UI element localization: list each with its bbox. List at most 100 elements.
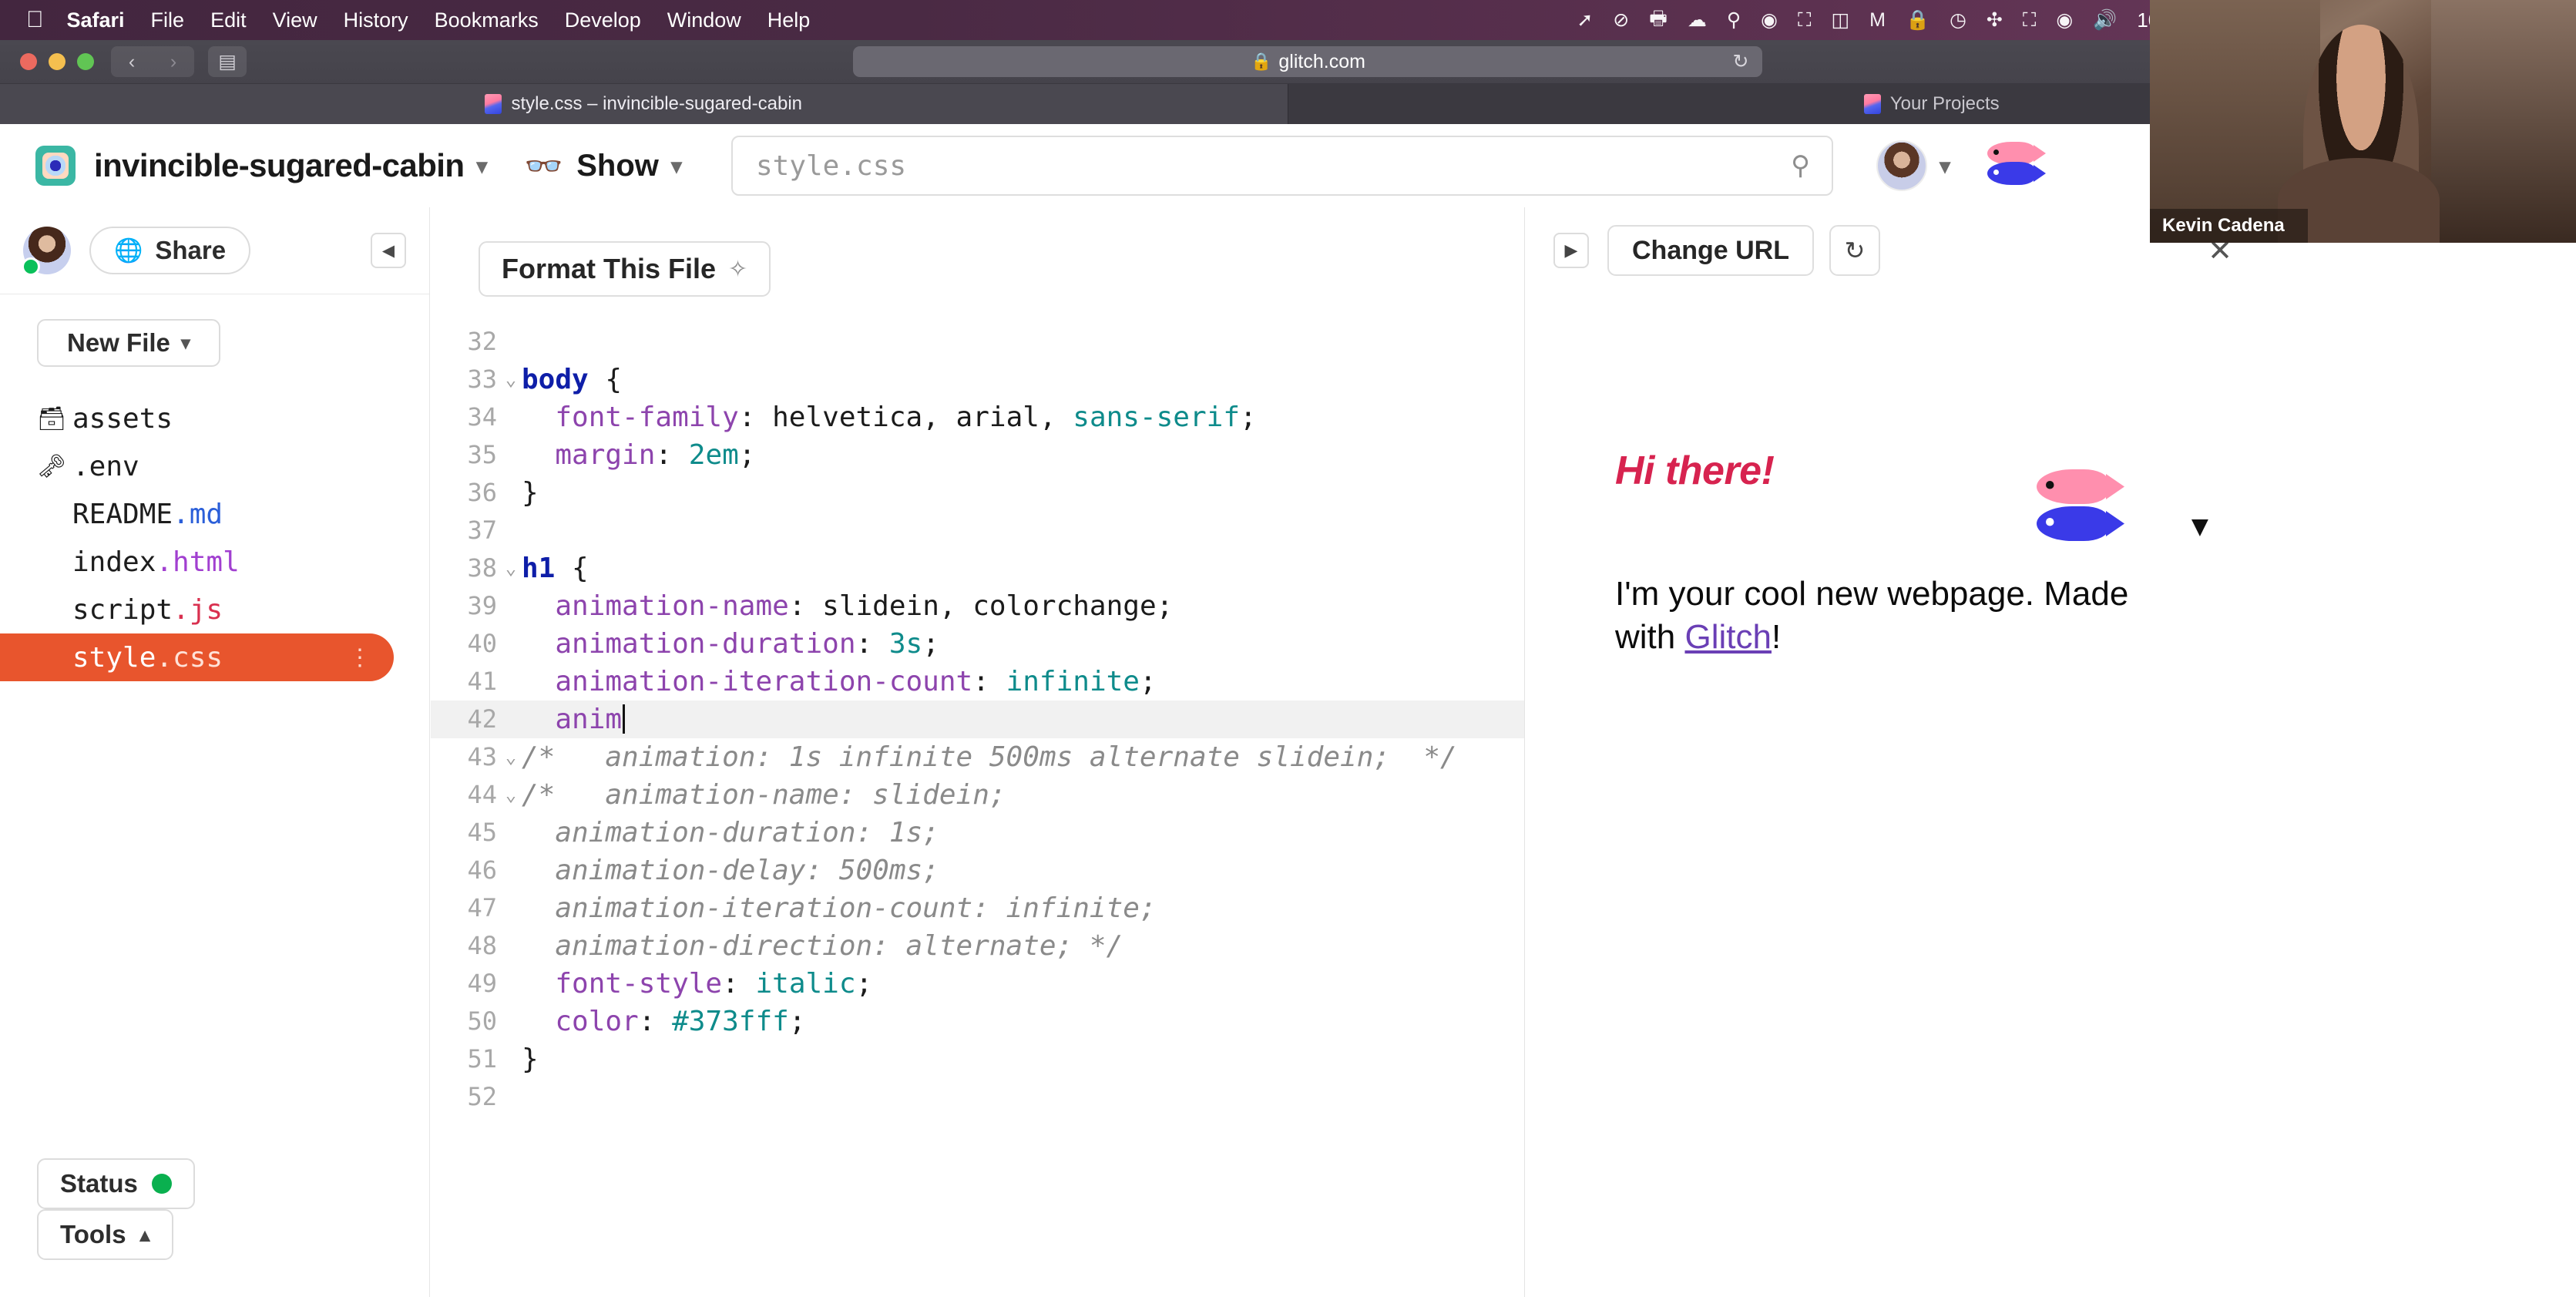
code-line-34[interactable]: 34 font-family: helvetica, arial, sans-s… bbox=[431, 398, 1524, 436]
header-avatar[interactable] bbox=[1876, 140, 1927, 191]
location-icon[interactable]: ⚲ bbox=[1727, 8, 1741, 32]
file-item-script.js[interactable]: script .js bbox=[0, 586, 429, 633]
code-line-36[interactable]: 36} bbox=[431, 474, 1524, 512]
menu-item-safari[interactable]: Safari bbox=[67, 8, 125, 32]
menu-item-edit[interactable]: Edit bbox=[210, 8, 247, 32]
file-item-style.css[interactable]: style .css ⋮ bbox=[0, 633, 394, 681]
code-line-text: margin: 2em; bbox=[555, 439, 756, 471]
new-file-label: New File bbox=[67, 328, 170, 357]
fold-toggle-icon[interactable]: ⌄ bbox=[500, 361, 522, 398]
code-line-48[interactable]: 48 animation-direction: alternate; */ bbox=[431, 927, 1524, 965]
code-line-43[interactable]: 43 ⌄/* animation: 1s infinite 500ms alter… bbox=[431, 738, 1524, 776]
code-line-33[interactable]: 33 ⌄ body { bbox=[431, 361, 1524, 398]
new-file-button[interactable]: New File ▾ bbox=[37, 319, 220, 367]
cloud-icon[interactable]: ☁ bbox=[1688, 8, 1707, 32]
fold-toggle-icon[interactable]: ⌄ bbox=[500, 738, 522, 776]
chevron-down-icon[interactable]: ▾ bbox=[476, 153, 487, 179]
video-call-overlay[interactable]: Kevin Cadena bbox=[2150, 0, 2576, 243]
chevron-down-icon[interactable]: ▾ bbox=[2192, 508, 2208, 543]
minimize-window-button[interactable] bbox=[49, 53, 65, 70]
tab-style-css[interactable]: style.css – invincible-sugared-cabin bbox=[0, 84, 1288, 124]
line-number: 42 bbox=[467, 704, 497, 734]
project-logo-icon bbox=[35, 146, 76, 186]
mail-icon[interactable]: M bbox=[1869, 9, 1886, 32]
file-item-index.html[interactable]: index .html bbox=[0, 538, 429, 586]
file-search-input[interactable]: style.css ⚲ bbox=[730, 136, 1833, 196]
code-lines[interactable]: 32 33 ⌄ body {34 font-family: helvetica, a… bbox=[431, 323, 1524, 1116]
code-line-44[interactable]: 44 ⌄/* animation-name: slidein; bbox=[431, 776, 1524, 814]
file-item-README.md[interactable]: README .md bbox=[0, 490, 429, 538]
screen-mirroring-icon[interactable]: ⛶ bbox=[2023, 9, 2037, 32]
grid-icon[interactable]: ◫ bbox=[1831, 8, 1849, 32]
circle-slash-icon[interactable]: ⊘ bbox=[1613, 8, 1629, 32]
code-line-47[interactable]: 47 animation-iteration-count: infinite; bbox=[431, 889, 1524, 927]
sidebar-avatar[interactable] bbox=[22, 227, 71, 276]
show-menu-button[interactable]: 👓 Show ▾ bbox=[524, 148, 682, 184]
menu-item-view[interactable]: View bbox=[273, 8, 317, 32]
status-button[interactable]: Status bbox=[37, 1158, 195, 1209]
code-line-35[interactable]: 35 margin: 2em; bbox=[431, 436, 1524, 474]
fold-toggle-icon[interactable]: ⌄ bbox=[500, 549, 522, 587]
menu-item-develop[interactable]: Develop bbox=[565, 8, 641, 32]
fold-toggle-icon bbox=[500, 927, 522, 965]
volume-icon[interactable]: 🔊 bbox=[2093, 9, 2117, 32]
code-line-32[interactable]: 32 bbox=[431, 323, 1524, 361]
menu-item-file[interactable]: File bbox=[151, 8, 185, 32]
file-item-assets[interactable]: 🗃 assets bbox=[0, 395, 429, 442]
code-line-49[interactable]: 49 font-style: italic; bbox=[431, 965, 1524, 1003]
share-button[interactable]: 🌐 Share bbox=[89, 227, 251, 274]
menu-item-history[interactable]: History bbox=[344, 8, 408, 32]
line-number: 47 bbox=[467, 893, 497, 922]
lock-icon[interactable]: 🔒 bbox=[1906, 9, 1929, 32]
line-number: 37 bbox=[467, 516, 497, 545]
tools-button[interactable]: Tools ▴ bbox=[37, 1209, 173, 1260]
apple-menu-icon[interactable]:  bbox=[26, 8, 44, 32]
code-line-50[interactable]: 50 color: #373fff; bbox=[431, 1003, 1524, 1040]
refresh-preview-button[interactable]: ↻ bbox=[1829, 225, 1880, 276]
line-number: 40 bbox=[467, 629, 497, 658]
forward-button[interactable]: › bbox=[153, 46, 194, 77]
bluetooth-icon[interactable]: ✣ bbox=[1987, 8, 2003, 32]
code-line-39[interactable]: 39 animation-name: slidein, colorchange; bbox=[431, 587, 1524, 625]
code-line-text: animation-iteration-count: infinite; bbox=[522, 892, 1157, 924]
code-line-52[interactable]: 52 bbox=[431, 1078, 1524, 1116]
cursor-icon[interactable]: ➚ bbox=[1577, 8, 1593, 32]
code-line-51[interactable]: 51} bbox=[431, 1040, 1524, 1078]
search-icon[interactable]: ⚲ bbox=[1791, 150, 1810, 181]
clock-icon[interactable]: ◷ bbox=[1950, 8, 1966, 32]
zoom-window-button[interactable] bbox=[77, 53, 94, 70]
reload-icon[interactable]: ↻ bbox=[1733, 50, 1749, 73]
file-name: .env bbox=[72, 450, 139, 482]
menu-item-bookmarks[interactable]: Bookmarks bbox=[435, 8, 539, 32]
close-window-button[interactable] bbox=[20, 53, 37, 70]
project-name[interactable]: invincible-sugared-cabin bbox=[94, 147, 465, 184]
format-this-file-button[interactable]: Format This File ✧ bbox=[479, 241, 771, 297]
sidebar-toggle-icon[interactable]: ▤ bbox=[208, 46, 247, 77]
code-line-38[interactable]: 38 ⌄ h1 { bbox=[431, 549, 1524, 587]
code-line-41[interactable]: 41 animation-iteration-count: infinite; bbox=[431, 663, 1524, 701]
file-extension: .js bbox=[173, 593, 223, 626]
fold-toggle-icon bbox=[500, 323, 522, 361]
fold-toggle-icon[interactable]: ⌄ bbox=[500, 776, 522, 814]
change-url-button[interactable]: Change URL bbox=[1607, 225, 1814, 276]
calendar-icon[interactable]: ⛶ bbox=[1798, 9, 1812, 32]
record-icon[interactable]: ◉ bbox=[1761, 8, 1778, 32]
file-options-icon[interactable]: ⋮ bbox=[348, 644, 372, 671]
wifi-icon[interactable]: ◉ bbox=[2056, 8, 2073, 32]
code-line-45[interactable]: 45 animation-duration: 1s; bbox=[431, 814, 1524, 852]
file-item-env[interactable]: 🗝 .env bbox=[0, 442, 429, 490]
code-line-46[interactable]: 46 animation-delay: 500ms; bbox=[431, 852, 1524, 889]
menu-item-window[interactable]: Window bbox=[667, 8, 741, 32]
code-line-40[interactable]: 40 animation-duration: 3s; bbox=[431, 625, 1524, 663]
menu-item-help[interactable]: Help bbox=[767, 8, 811, 32]
code-line-37[interactable]: 37 bbox=[431, 512, 1524, 549]
chevron-down-icon[interactable]: ▾ bbox=[1940, 153, 1950, 179]
address-bar[interactable]: 🔒 glitch.com ↻ bbox=[853, 46, 1763, 77]
expand-preview-button[interactable]: ▶ bbox=[1553, 233, 1589, 268]
collapse-sidebar-button[interactable]: ◀ bbox=[371, 233, 406, 268]
printer-icon[interactable]: 🖶 bbox=[1649, 4, 1668, 37]
code-line-text: /* animation: 1s infinite 500ms alternat… bbox=[522, 741, 1457, 773]
code-line-42[interactable]: 42 anim bbox=[431, 701, 1524, 738]
back-button[interactable]: ‹ bbox=[111, 46, 153, 77]
glitch-link[interactable]: Glitch bbox=[1684, 618, 1771, 656]
